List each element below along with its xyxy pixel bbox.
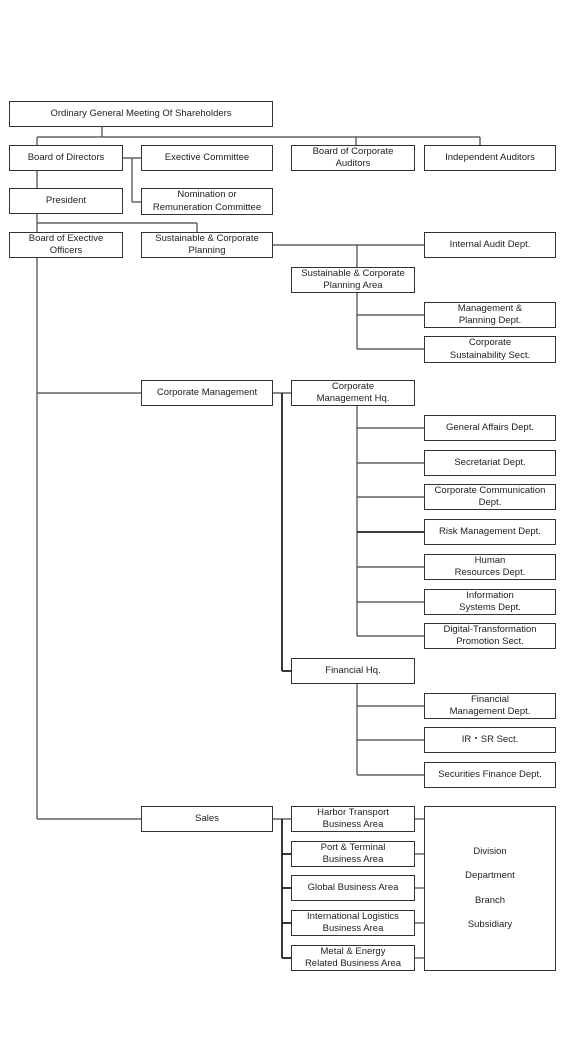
node-units-box: Division Department Branch Subsidiary (424, 806, 556, 971)
node-president: President (9, 188, 123, 214)
node-nomination-committee: Nomination or Remuneration Committee (141, 188, 273, 215)
node-corporate-sustainability-sect: Corporate Sustainability Sect. (424, 336, 556, 363)
node-shareholders: Ordinary General Meeting Of Shareholders (9, 101, 273, 127)
unit-subsidiary: Subsidiary (467, 919, 513, 930)
node-financial-management: Financial Management Dept. (424, 693, 556, 719)
node-sustainable-planning-area: Sustainable & Corporate Planning Area (291, 267, 415, 293)
node-risk-management: Risk Management Dept. (424, 519, 556, 545)
node-independent-auditors: Independent Auditors (424, 145, 556, 171)
node-general-affairs: General Affairs Dept. (424, 415, 556, 441)
node-international-logistics: International Logistics Business Area (291, 910, 415, 936)
node-corporate-management-hq: Corporate Management Hq. (291, 380, 415, 406)
node-financial-hq: Financial Hq. (291, 658, 415, 684)
node-sales: Sales (141, 806, 273, 832)
unit-branch: Branch (474, 894, 506, 906)
node-corporate-communication: Corporate Communication Dept. (424, 484, 556, 510)
node-ir-sr-sect: IR・SR Sect. (424, 727, 556, 753)
node-harbor-transport: Harbor Transport Business Area (291, 806, 415, 832)
node-human-resources: Human Resources Dept. (424, 554, 556, 580)
node-board-of-executive-officers: Board of Exective Officers (9, 232, 123, 258)
unit-division: Division (473, 845, 507, 857)
unit-department: Department (465, 870, 515, 881)
node-digital-transformation: Digital-Transformation Promotion Sect. (424, 623, 556, 649)
node-management-planning-dept: Management & Planning Dept. (424, 302, 556, 328)
node-information-systems: Information Systems Dept. (424, 589, 556, 615)
node-metal-energy: Metal & Energy Related Business Area (291, 945, 415, 971)
node-board-of-directors: Board of Directors (9, 145, 123, 171)
node-board-of-corporate-auditors: Board of Corporate Auditors (291, 145, 415, 171)
node-securities-finance: Securities Finance Dept. (424, 762, 556, 788)
node-executive-committee: Exective Committee (141, 145, 273, 171)
node-corporate-management: Corporate Management (141, 380, 273, 406)
node-global-business: Global Business Area (291, 875, 415, 901)
node-internal-audit: Internal Audit Dept. (424, 232, 556, 258)
node-sustainable-corporate-planning: Sustainable & Corporate Planning (141, 232, 273, 258)
org-chart: Ordinary General Meeting Of Shareholders… (0, 0, 567, 1040)
node-secretariat: Secretariat Dept. (424, 450, 556, 476)
node-port-terminal: Port & Terminal Business Area (291, 841, 415, 867)
